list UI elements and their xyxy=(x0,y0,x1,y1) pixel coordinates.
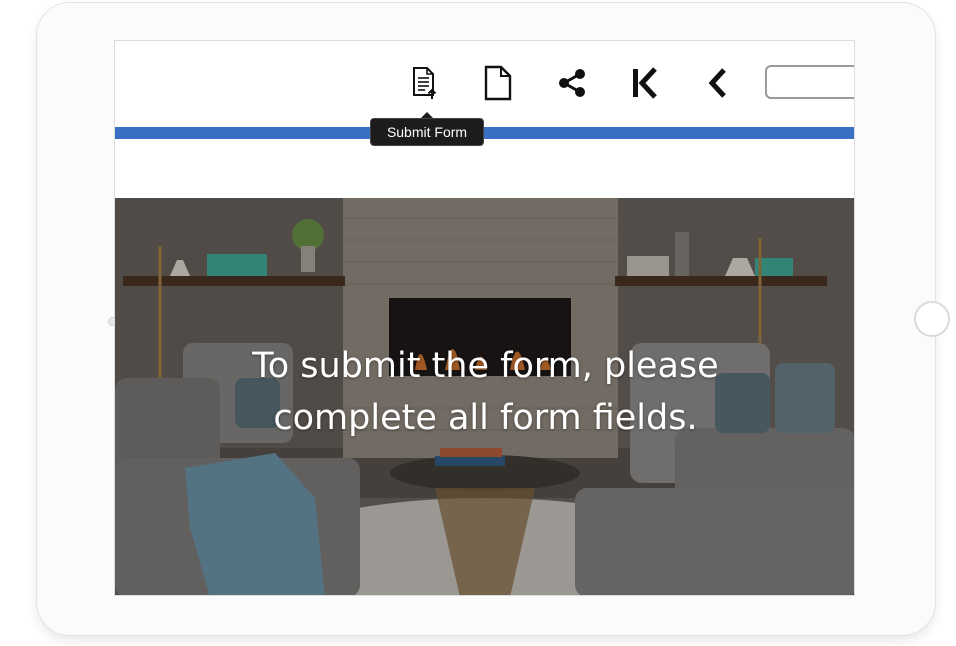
submit-form-button[interactable] xyxy=(405,63,445,103)
screen: Submit Form To submit the form, please c… xyxy=(114,40,855,596)
first-page-button[interactable] xyxy=(625,63,665,103)
previous-page-icon xyxy=(708,68,726,98)
message-line-1: To submit the form, please xyxy=(252,346,719,386)
submit-form-icon xyxy=(413,67,437,99)
previous-page-button[interactable] xyxy=(697,63,737,103)
toolbar xyxy=(115,41,854,126)
first-page-icon xyxy=(633,67,657,99)
share-button[interactable] xyxy=(552,63,592,103)
submit-form-tooltip: Submit Form xyxy=(370,118,484,146)
document-button[interactable] xyxy=(478,63,518,103)
home-button[interactable] xyxy=(914,301,950,337)
page-number-input[interactable] xyxy=(765,65,854,99)
hero-banner: To submit the form, please complete all … xyxy=(115,198,854,595)
message-line-2: complete all form fields. xyxy=(273,398,698,438)
progress-bar xyxy=(115,127,854,139)
form-incomplete-message: To submit the form, please complete all … xyxy=(155,340,816,444)
document-icon xyxy=(484,65,512,101)
share-icon xyxy=(559,69,585,97)
